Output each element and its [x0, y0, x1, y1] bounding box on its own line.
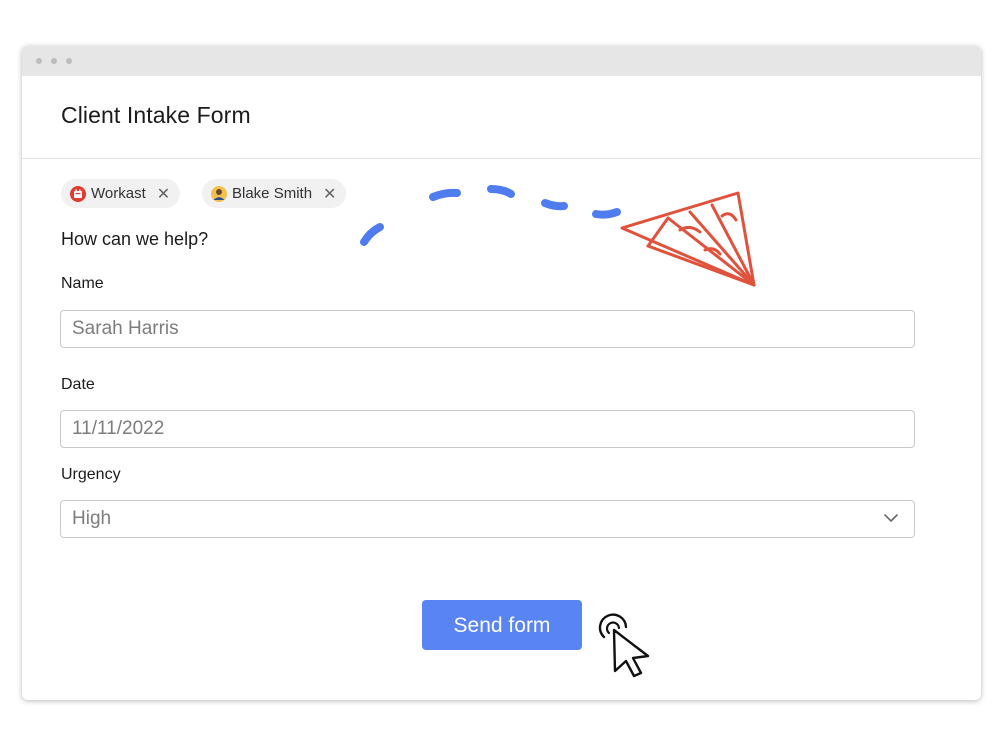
- form-title: Client Intake Form: [61, 102, 251, 128]
- close-icon[interactable]: ✕: [323, 184, 336, 204]
- urgency-value: High: [72, 508, 112, 529]
- form-header: Client Intake Form: [22, 76, 981, 159]
- workast-logo-icon: [70, 185, 86, 202]
- window-dot-icon: [36, 58, 42, 64]
- chip-label: Workast: [91, 185, 146, 202]
- browser-window: Client Intake Form Workast ✕ Blake Smith…: [22, 46, 981, 700]
- close-icon[interactable]: ✕: [157, 184, 170, 204]
- tag-chip-workast[interactable]: Workast ✕: [61, 179, 181, 208]
- tag-chip-blake-smith[interactable]: Blake Smith ✕: [202, 179, 347, 208]
- chevron-down-icon[interactable]: [884, 511, 898, 525]
- avatar-icon: [211, 185, 227, 202]
- form-subtitle: How can we help?: [61, 229, 209, 249]
- window-dot-icon: [66, 58, 72, 64]
- name-input[interactable]: Sarah Harris: [60, 310, 915, 348]
- date-label: Date: [61, 376, 95, 393]
- date-input[interactable]: 11/11/2022: [60, 410, 915, 448]
- window-titlebar: [22, 46, 981, 76]
- name-label: Name: [61, 275, 104, 292]
- chip-label: Blake Smith: [232, 185, 313, 202]
- urgency-select[interactable]: High: [60, 500, 915, 538]
- urgency-label: Urgency: [61, 466, 121, 483]
- send-form-button[interactable]: Send form: [422, 600, 582, 650]
- window-dot-icon: [51, 58, 57, 64]
